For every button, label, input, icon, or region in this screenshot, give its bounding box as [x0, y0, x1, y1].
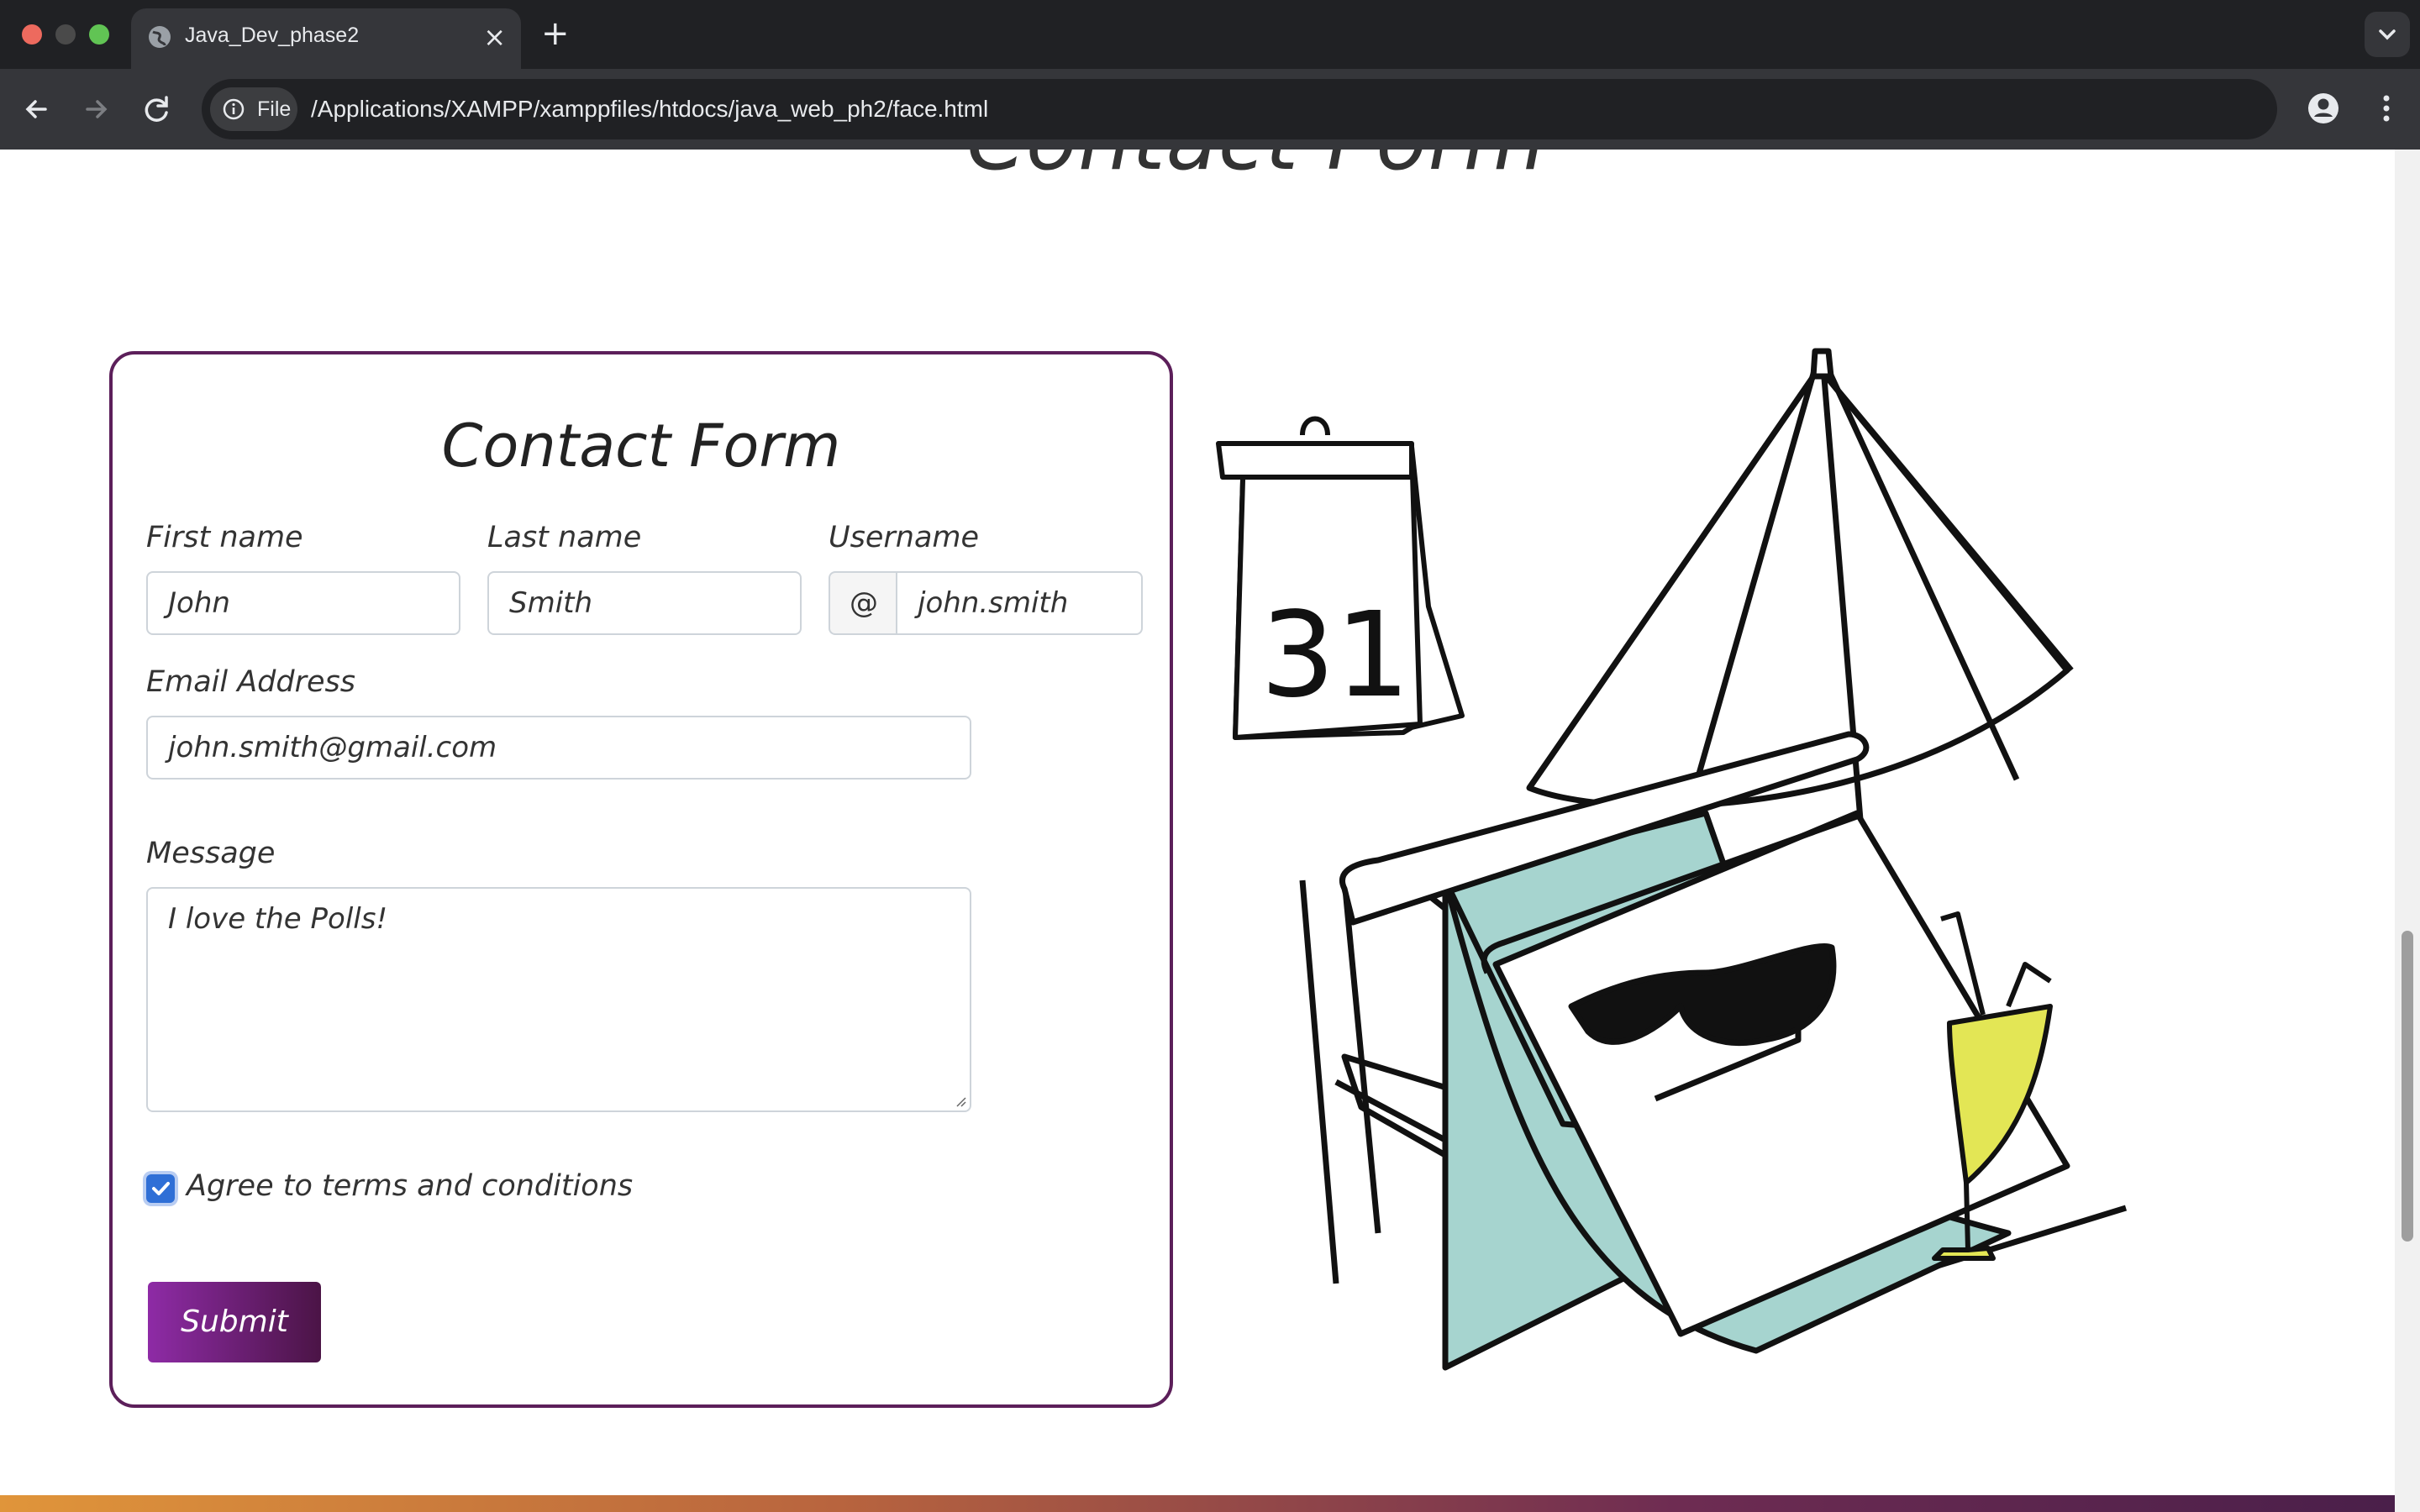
last-name-label: Last name — [487, 521, 642, 554]
message-text: I love the Polls! — [168, 902, 388, 936]
back-arrow-icon[interactable] — [13, 86, 60, 133]
vacation-illustration: 31 — [1216, 348, 2128, 1371]
globe-icon — [149, 26, 171, 48]
page-heading: Contact Form — [966, 150, 1546, 189]
forward-arrow-icon[interactable] — [72, 86, 119, 133]
username-input[interactable]: john.smith — [896, 571, 1143, 635]
site-info-chip[interactable]: File — [210, 87, 297, 131]
close-icon[interactable]: × — [483, 20, 506, 54]
message-label: Message — [146, 837, 276, 870]
first-name-label: First name — [146, 521, 303, 554]
first-name-input[interactable]: John — [146, 571, 460, 635]
email-input[interactable]: john.smith@gmail.com — [146, 716, 971, 780]
browser-toolbar: File /Applications/XAMPP/xamppfiles/htdo… — [0, 69, 2420, 150]
close-window-button[interactable] — [22, 24, 42, 45]
checkmark-icon — [152, 1182, 170, 1195]
contact-form-card: Contact Form First name John Last name S… — [109, 351, 1173, 1408]
resize-grip-icon[interactable] — [953, 1094, 966, 1107]
terms-label[interactable]: Agree to terms and conditions — [187, 1169, 633, 1203]
plus-icon[interactable]: + — [541, 15, 570, 52]
site-chip-label: File — [257, 97, 292, 121]
scrollbar-thumb[interactable] — [2402, 931, 2413, 1242]
browser-tab[interactable]: Java_Dev_phase2 × — [131, 8, 521, 69]
tab-title: Java_Dev_phase2 — [185, 24, 360, 47]
reload-icon[interactable] — [133, 86, 180, 133]
last-name-input[interactable]: Smith — [487, 571, 802, 635]
browser-tab-bar: Java_Dev_phase2 × + — [0, 0, 2420, 69]
minimize-window-button[interactable] — [55, 24, 76, 45]
info-icon — [223, 98, 245, 120]
username-prefix: @ — [829, 571, 897, 635]
username-label: Username — [829, 521, 980, 554]
profile-icon[interactable] — [2302, 87, 2344, 129]
form-title: Contact Form — [441, 412, 841, 480]
submit-button[interactable]: Submit — [148, 1282, 321, 1362]
url-text[interactable]: /Applications/XAMPP/xamppfiles/htdocs/ja… — [311, 96, 988, 123]
tab-search-button[interactable] — [2365, 12, 2410, 57]
address-bar[interactable]: File /Applications/XAMPP/xamppfiles/htdo… — [202, 79, 2277, 139]
calendar-icon: 31 — [1216, 416, 1465, 740]
maximize-window-button[interactable] — [89, 24, 109, 45]
calendar-day: 31 — [1260, 587, 1410, 724]
chevron-down-icon — [2379, 29, 2396, 40]
page-viewport: Contact Form Contact Form First name Joh… — [0, 150, 2395, 1512]
page-scrollbar[interactable] — [2395, 150, 2420, 1512]
email-label: Email Address — [146, 665, 355, 699]
terms-checkbox[interactable] — [146, 1174, 175, 1203]
message-textarea[interactable]: I love the Polls! — [146, 887, 971, 1112]
footer-gradient-strip — [0, 1495, 2395, 1512]
kebab-menu-icon[interactable] — [2370, 87, 2403, 129]
